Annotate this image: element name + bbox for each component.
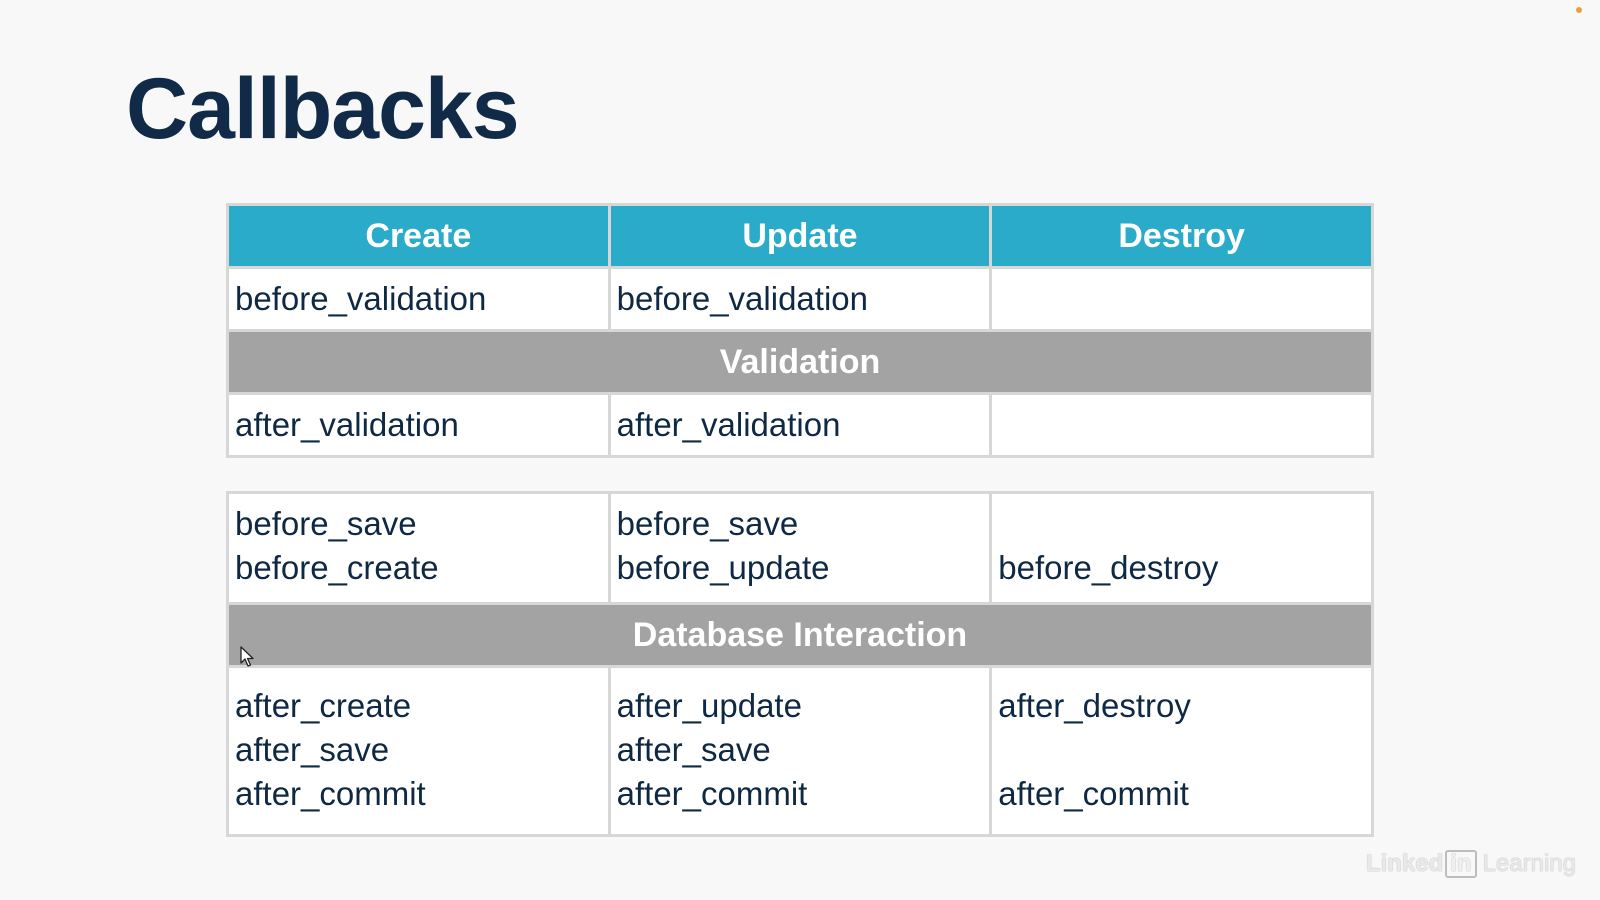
cell-destroy-before-db: before_destroy [989,491,1374,605]
watermark-brand-right: Learning [1482,850,1576,877]
recording-dot-icon [1576,7,1582,13]
cell-create-before-db: before_save before_create [226,491,611,605]
callback-item: after_update [616,687,802,724]
callback-item: after_create [235,687,412,724]
cell-update-before-validation: before_validation [607,266,993,332]
cell-destroy-after-validation [989,392,1374,458]
cell-update-after-db: after_update after_save after_commit [607,665,993,837]
callback-item: before_save [235,505,417,542]
cell-destroy-before-validation [989,266,1374,332]
validation-band-label: Validation [226,329,1374,395]
callback-item: after_commit [616,775,808,812]
slide: Callbacks Create Update Destroy before_v… [0,0,1600,900]
callbacks-table-validation: Create Update Destroy before_validation … [226,203,1374,458]
callback-item: after_commit [235,775,426,812]
callback-item: before_update [616,549,830,586]
cell-update-before-db: before_save before_update [607,491,993,605]
callbacks-table-database: before_save before_create before_save be… [226,491,1374,837]
column-header-create: Create [226,203,611,269]
watermark-brand-left: Linked [1365,850,1444,877]
column-header-update: Update [607,203,993,269]
table-row: after_create after_save after_commit aft… [226,665,1374,837]
cell-update-after-validation: after_validation [607,392,993,458]
callback-item: after_save [235,731,390,768]
callback-item: after_destroy [998,687,1191,724]
validation-band-row: Validation [226,329,1374,395]
callback-item: before_destroy [998,549,1219,586]
cell-create-after-db: after_create after_save after_commit [226,665,611,837]
cell-create-after-validation: after_validation [226,392,611,458]
table-row: before_validation before_validation [226,266,1374,332]
callback-item: before_save [616,505,799,542]
database-interaction-band-label: Database Interaction [226,602,1374,668]
callback-item: after_commit [998,775,1189,812]
table-row: after_validation after_validation [226,392,1374,458]
table-row: before_save before_create before_save be… [226,491,1374,605]
cell-destroy-after-db: after_destroy after_commit [989,665,1374,837]
callback-item: before_create [235,549,439,586]
slide-title: Callbacks [126,61,520,157]
cell-create-before-validation: before_validation [226,266,611,332]
table-header-row: Create Update Destroy [226,203,1374,269]
callback-item [998,502,1369,546]
callback-item: after_save [616,731,771,768]
watermark-brand-box: in [1445,850,1477,878]
callback-item [998,728,1369,772]
column-header-destroy: Destroy [989,203,1374,269]
mouse-cursor-icon [240,646,254,667]
linkedin-learning-watermark: Linked in Learning [1366,850,1576,878]
database-interaction-band-row: Database Interaction [226,602,1374,668]
